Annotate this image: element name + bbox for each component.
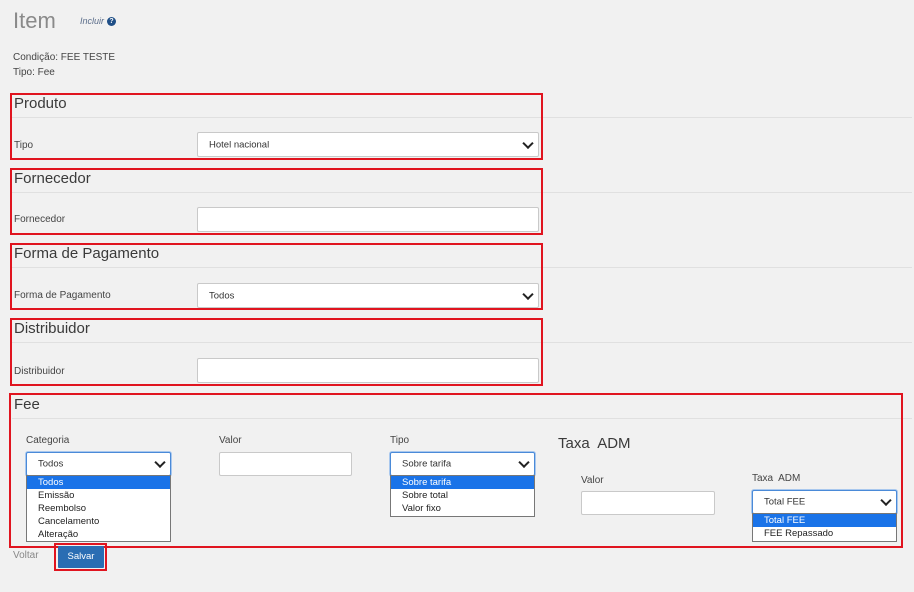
- highlight-fee: [9, 393, 903, 548]
- condicao-text: Condição: FEE TESTE: [13, 52, 116, 63]
- voltar-link[interactable]: Voltar: [13, 550, 39, 561]
- page-title: Item: [13, 8, 56, 33]
- incluir-label: Incluir?: [80, 16, 117, 26]
- incluir-text: Incluir: [80, 16, 105, 26]
- highlight-fornecedor: [10, 168, 543, 235]
- highlight-salvar: [54, 543, 107, 571]
- question-circle-icon[interactable]: ?: [107, 17, 117, 26]
- tipo-text: Tipo: Fee: [13, 67, 55, 78]
- highlight-produto: [10, 93, 543, 160]
- highlight-forma-pagamento: [10, 243, 543, 310]
- highlight-distribuidor: [10, 318, 543, 386]
